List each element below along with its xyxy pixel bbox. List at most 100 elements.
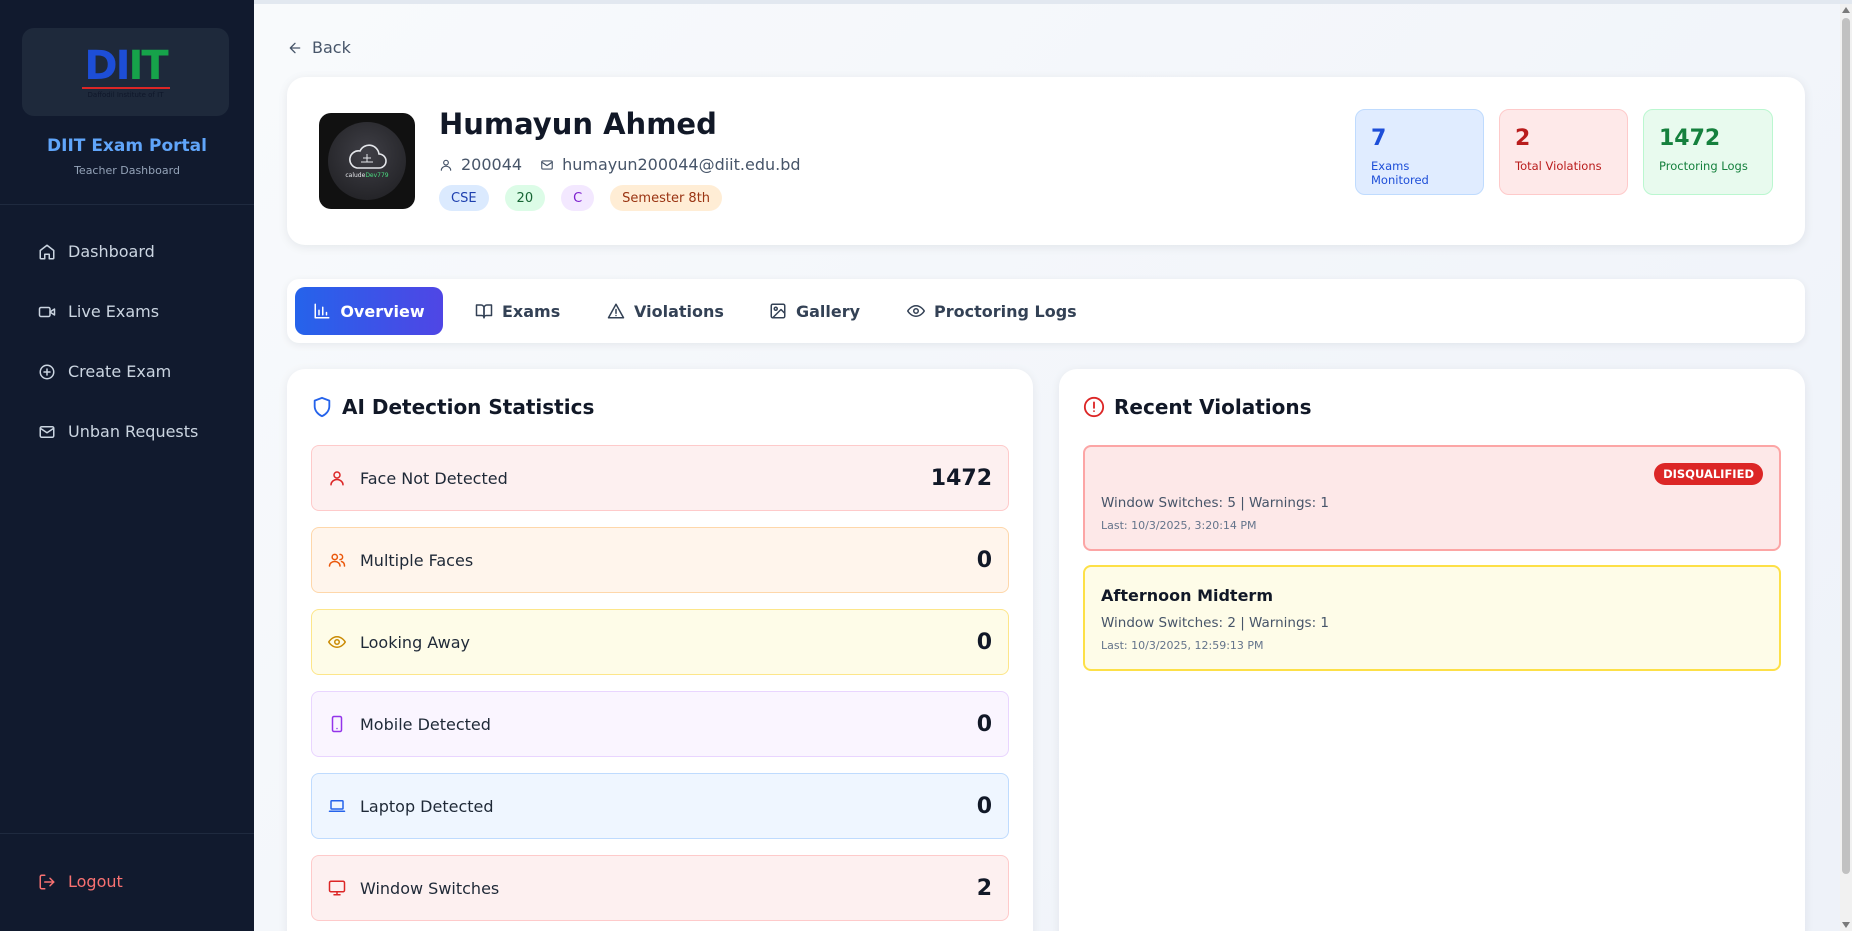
stat-mobile-detected: Mobile Detected 0 bbox=[311, 691, 1009, 757]
tab-label: Overview bbox=[340, 301, 425, 321]
violation-summary: Window Switches: 5 | Warnings: 1 bbox=[1101, 495, 1330, 511]
student-meta: 200044 humayun200044@diit.edu.bd bbox=[439, 155, 801, 174]
sidebar-item-dashboard[interactable]: Dashboard bbox=[38, 242, 155, 261]
stat-multiple-faces: Multiple Faces 0 bbox=[311, 527, 1009, 593]
stat-value: 2 bbox=[976, 875, 992, 901]
stat-value: 7 bbox=[1371, 126, 1387, 151]
sidebar-item-live-exams[interactable]: Live Exams bbox=[38, 302, 159, 321]
tab-label: Proctoring Logs bbox=[934, 301, 1077, 321]
logout-label: Logout bbox=[68, 872, 123, 891]
stat-value: 0 bbox=[976, 547, 992, 573]
student-email: humayun200044@diit.edu.bd bbox=[562, 155, 801, 174]
sidebar-item-unban-requests[interactable]: Unban Requests bbox=[38, 422, 198, 441]
section-badge: C bbox=[561, 185, 595, 211]
bar-chart-icon bbox=[314, 303, 330, 319]
cloud-icon bbox=[349, 143, 387, 169]
violation-timestamp: Last: 10/3/2025, 3:20:14 PM bbox=[1101, 519, 1257, 532]
tab-gallery[interactable]: Gallery bbox=[769, 287, 860, 335]
stat-laptop-detected: Laptop Detected 0 bbox=[311, 773, 1009, 839]
back-label: Back bbox=[312, 38, 351, 57]
main-content: Back caludeDev779 Humayun Ahmed 200044 h… bbox=[254, 0, 1852, 931]
batch-badge: 20 bbox=[504, 185, 546, 211]
image-icon bbox=[770, 303, 786, 319]
violation-card[interactable]: DISQUALIFIED Window Switches: 5 | Warnin… bbox=[1083, 445, 1781, 551]
sidebar: DIIT Daffodil Institute of IT DIIT Exam … bbox=[0, 0, 254, 931]
sidebar-item-label: Unban Requests bbox=[68, 422, 199, 441]
portal-subtitle: Teacher Dashboard bbox=[74, 164, 180, 177]
avatar-text: caludeDev779 bbox=[345, 171, 389, 179]
stat-total-violations: 2 Total Violations bbox=[1499, 109, 1628, 195]
tab-violations[interactable]: Violations bbox=[607, 287, 724, 335]
panel-title: Recent Violations bbox=[1083, 395, 1312, 419]
scrollbar-thumb[interactable] bbox=[1842, 18, 1850, 874]
back-button[interactable]: Back bbox=[287, 38, 351, 57]
department-badge: CSE bbox=[439, 185, 489, 211]
stat-label: Proctoring Logs bbox=[1659, 159, 1748, 173]
tab-exams[interactable]: Exams bbox=[475, 287, 560, 335]
video-icon bbox=[38, 306, 56, 317]
tab-label: Violations bbox=[634, 301, 724, 321]
student-tags: CSE 20 C Semester 8th bbox=[439, 185, 738, 211]
tab-proctoring-logs[interactable]: Proctoring Logs bbox=[907, 287, 1077, 335]
logo-rule bbox=[81, 86, 170, 89]
stat-value: 0 bbox=[976, 711, 992, 737]
warning-icon bbox=[607, 303, 625, 319]
stat-label: Multiple Faces bbox=[360, 550, 474, 570]
stat-label: Window Switches bbox=[360, 878, 500, 898]
stat-value: 0 bbox=[976, 629, 992, 655]
sidebar-item-label: Live Exams bbox=[68, 302, 160, 321]
stat-window-switches: Window Switches 2 bbox=[311, 855, 1009, 921]
disqualified-badge: DISQUALIFIED bbox=[1654, 463, 1763, 485]
violation-summary: Window Switches: 2 | Warnings: 1 bbox=[1101, 615, 1330, 631]
logout-button[interactable]: Logout bbox=[38, 872, 123, 891]
tab-bar: Overview Exams Violations Gallery Procto… bbox=[287, 279, 1805, 343]
stat-label: Total Violations bbox=[1515, 159, 1602, 173]
avatar: caludeDev779 bbox=[319, 113, 415, 209]
shield-icon bbox=[313, 396, 331, 418]
stat-label: Looking Away bbox=[360, 632, 470, 652]
scroll-up-arrow[interactable] bbox=[1842, 7, 1850, 13]
plus-circle-icon bbox=[39, 364, 55, 379]
sidebar-item-label: Dashboard bbox=[68, 242, 155, 261]
stat-label: Laptop Detected bbox=[360, 796, 494, 816]
logo-subtitle: Daffodil Institute of IT bbox=[87, 90, 164, 99]
tab-overview[interactable]: Overview bbox=[295, 287, 443, 335]
stat-label: Exams Monitored bbox=[1371, 159, 1429, 187]
violation-timestamp: Last: 10/3/2025, 12:59:13 PM bbox=[1101, 639, 1264, 652]
student-id: 200044 bbox=[461, 155, 523, 174]
tab-label: Exams bbox=[502, 301, 561, 321]
stat-value: 1472 bbox=[930, 465, 992, 491]
student-profile-card: caludeDev779 Humayun Ahmed 200044 humayu… bbox=[287, 77, 1805, 245]
stat-value: 2 bbox=[1515, 126, 1531, 151]
user-icon bbox=[330, 471, 344, 486]
top-border bbox=[254, 0, 1852, 4]
smartphone-icon bbox=[331, 715, 343, 733]
monitor-icon bbox=[328, 880, 346, 896]
arrow-left-icon bbox=[289, 42, 301, 53]
stat-face-not-detected: Face Not Detected 1472 bbox=[311, 445, 1009, 511]
avatar-emblem: caludeDev779 bbox=[328, 122, 406, 200]
stat-label: Mobile Detected bbox=[360, 714, 491, 734]
mail-icon bbox=[39, 425, 55, 438]
book-icon bbox=[475, 304, 493, 319]
stat-value: 0 bbox=[976, 793, 992, 819]
eye-icon bbox=[907, 305, 925, 317]
page-scrollbar[interactable] bbox=[1840, 4, 1852, 931]
violation-card[interactable]: Afternoon Midterm Window Switches: 2 | W… bbox=[1083, 565, 1781, 671]
scroll-down-arrow[interactable] bbox=[1842, 922, 1850, 928]
semester-badge: Semester 8th bbox=[610, 185, 723, 211]
recent-violations-panel: Recent Violations DISQUALIFIED Window Sw… bbox=[1059, 369, 1805, 931]
ai-detection-panel: AI Detection Statistics Face Not Detecte… bbox=[287, 369, 1033, 931]
stat-label: Face Not Detected bbox=[360, 468, 508, 488]
users-icon bbox=[328, 553, 346, 567]
stat-exams-monitored: 7 Exams Monitored bbox=[1355, 109, 1484, 195]
logo: DIIT Daffodil Institute of IT bbox=[22, 28, 229, 116]
stat-proctoring-logs: 1472 Proctoring Logs bbox=[1643, 109, 1773, 195]
sidebar-item-create-exam[interactable]: Create Exam bbox=[38, 362, 171, 381]
violation-exam-title: Afternoon Midterm bbox=[1101, 586, 1273, 605]
stat-value: 1472 bbox=[1659, 126, 1721, 151]
stat-looking-away: Looking Away 0 bbox=[311, 609, 1009, 675]
logo-mark: DIIT bbox=[84, 42, 168, 89]
sidebar-item-label: Create Exam bbox=[68, 362, 172, 381]
sidebar-divider bbox=[0, 204, 254, 205]
